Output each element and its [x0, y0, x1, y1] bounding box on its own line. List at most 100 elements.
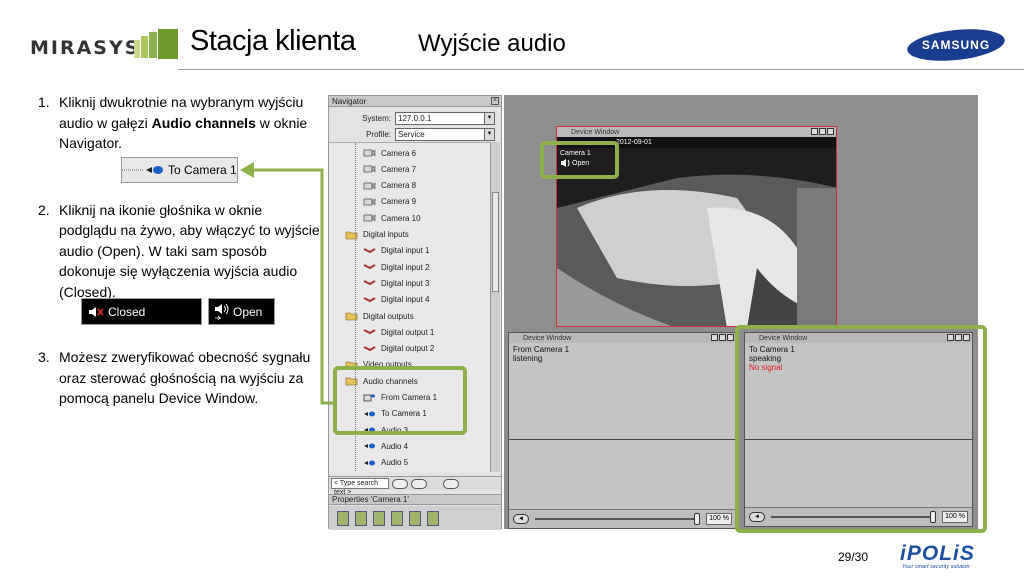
highlight-device-window [735, 325, 987, 533]
highlight-audio-toggle [540, 141, 619, 179]
speaker-muted-icon [89, 306, 104, 317]
audio-closed-crop: Closed [81, 298, 202, 325]
folder-icon [345, 231, 358, 239]
tree-item[interactable]: Digital output 1 [363, 324, 434, 340]
tree-item-label: Digital input 4 [381, 295, 430, 305]
tool-icon[interactable] [337, 510, 349, 526]
camera-icon [363, 214, 376, 222]
profile-select[interactable]: Service ▼ [395, 127, 495, 141]
mirasys-logo-mark-icon [134, 29, 178, 59]
system-label: System: [362, 113, 391, 123]
navigator-panel: Navigator × System: 127.0.0.1 ▼ Profile: … [328, 95, 502, 530]
divider [509, 439, 736, 440]
ipolis-tagline: Your smart security solution [902, 564, 970, 570]
tree-item[interactable]: Camera 9 [363, 194, 416, 210]
volume-slider-handle[interactable] [694, 513, 700, 525]
minimize-icon[interactable] [711, 334, 718, 341]
tree-item-label: Digital input 3 [381, 278, 430, 288]
profile-value: Service [398, 129, 425, 139]
audio-output-icon [364, 460, 375, 466]
volume-value: 100 % [706, 513, 732, 525]
navigator-title: Navigator [332, 96, 367, 106]
system-value: 127.0.0.1 [398, 113, 432, 123]
tree-item-label: Camera 6 [381, 148, 417, 158]
page-subtitle: Wyjście audio [418, 30, 566, 57]
video-info-text: 2012-09-01 [616, 139, 652, 146]
maximize-icon[interactable] [819, 128, 826, 135]
tool-icon[interactable] [409, 510, 421, 526]
search-options-button[interactable] [443, 478, 459, 489]
navigator-titlebar: Navigator × [329, 96, 501, 107]
step-text: Kliknij dwukrotnie na wybranym wyjściu a… [59, 92, 320, 154]
tree-item-label: Audio 5 [381, 458, 409, 468]
device-window-title: Device Window [523, 334, 572, 342]
volume-slider[interactable] [535, 513, 700, 525]
tool-icon[interactable] [355, 510, 367, 526]
tool-icon[interactable] [427, 510, 439, 526]
search-row: < Type search text > [329, 476, 501, 496]
camera-icon [363, 198, 376, 206]
step-number: 2. [38, 201, 50, 218]
slide: MIRASYS Stacja klienta Wyjście audio SAM… [0, 0, 1024, 576]
tree-item[interactable]: Digital input 4 [363, 292, 429, 308]
samsung-logo-text: SAMSUNG [922, 38, 990, 52]
tree-item[interactable]: Audio 4 [363, 438, 408, 454]
audio-output-icon [122, 166, 163, 174]
close-icon[interactable] [827, 128, 834, 135]
digital-input-icon [363, 247, 376, 253]
tree-item[interactable]: Audio 5 [363, 455, 408, 471]
minimize-icon[interactable] [811, 128, 818, 135]
audio-open-label: Open [233, 304, 263, 319]
step-text: Możesz zweryfikować obecność sygnału ora… [59, 349, 311, 406]
step-text: Kliknij na ikonie głośnika w oknie podgl… [59, 201, 320, 300]
properties-title: Properties 'Camera 1' [332, 495, 409, 504]
step-number: 1. [38, 94, 50, 110]
step-3: 3. Możesz zweryfikować obecność sygnału … [38, 347, 320, 409]
step-1: 1. Kliknij dwukrotnie na wybranym wyjści… [38, 92, 320, 154]
tool-icon[interactable] [373, 510, 385, 526]
system-row: System: 127.0.0.1 ▼ [329, 110, 501, 126]
tree-item-label: Camera 7 [381, 164, 417, 174]
profile-row: Profile: Service ▼ [329, 126, 501, 142]
device-status: From Camera 1 listening [513, 345, 732, 363]
tree-item[interactable]: Camera 8 [363, 178, 416, 194]
search-next-button[interactable] [411, 478, 427, 489]
tree-item[interactable]: Digital input 2 [363, 259, 429, 275]
tree-item[interactable]: Camera 6 [363, 145, 416, 161]
search-input[interactable]: < Type search text > [331, 478, 389, 496]
header-divider [178, 69, 1024, 70]
tree-item-label: Digital output 2 [381, 344, 435, 354]
tree-item[interactable]: Digital input 3 [363, 275, 429, 291]
speaker-icon[interactable]: ◄ [513, 514, 529, 524]
tree-item[interactable]: Digital input 1 [363, 243, 429, 259]
device-window-titlebar: Device Window [509, 333, 736, 343]
search-button[interactable] [392, 478, 408, 489]
tree-item-label: Digital input 2 [381, 262, 430, 272]
tree-item-label: Digital outputs [363, 311, 414, 321]
close-icon[interactable]: × [491, 97, 499, 105]
tree-item[interactable]: Camera 10 [363, 210, 421, 226]
digital-output-icon [363, 329, 376, 335]
close-icon[interactable] [727, 334, 734, 341]
scrollbar-thumb[interactable] [492, 192, 499, 292]
digital-input-icon [363, 296, 376, 302]
device-mode: listening [513, 354, 543, 363]
properties-titlebar: Properties 'Camera 1' [329, 494, 501, 505]
tree-scrollbar[interactable] [490, 142, 500, 472]
folder-icon [345, 312, 358, 321]
video-window-title: Device Window [571, 128, 620, 136]
tree-item-label: Digital input 1 [381, 246, 430, 256]
to-camera-crop-label: To Camera 1 [168, 163, 237, 177]
maximize-icon[interactable] [719, 334, 726, 341]
tree-item[interactable]: Digital output 2 [363, 341, 434, 357]
system-select[interactable]: 127.0.0.1 ▼ [395, 111, 495, 125]
profile-label: Profile: [366, 129, 391, 139]
tree-item-label: Camera 10 [381, 213, 421, 223]
speaker-on-icon [215, 303, 229, 320]
tree-item[interactable]: Camera 7 [363, 161, 416, 177]
tree-item-label: Camera 8 [381, 181, 417, 191]
tool-icon[interactable] [391, 510, 403, 526]
samsung-logo: SAMSUNG [907, 29, 1005, 61]
tree-item-label: Audio 4 [381, 441, 409, 451]
step-number: 3. [38, 349, 50, 365]
